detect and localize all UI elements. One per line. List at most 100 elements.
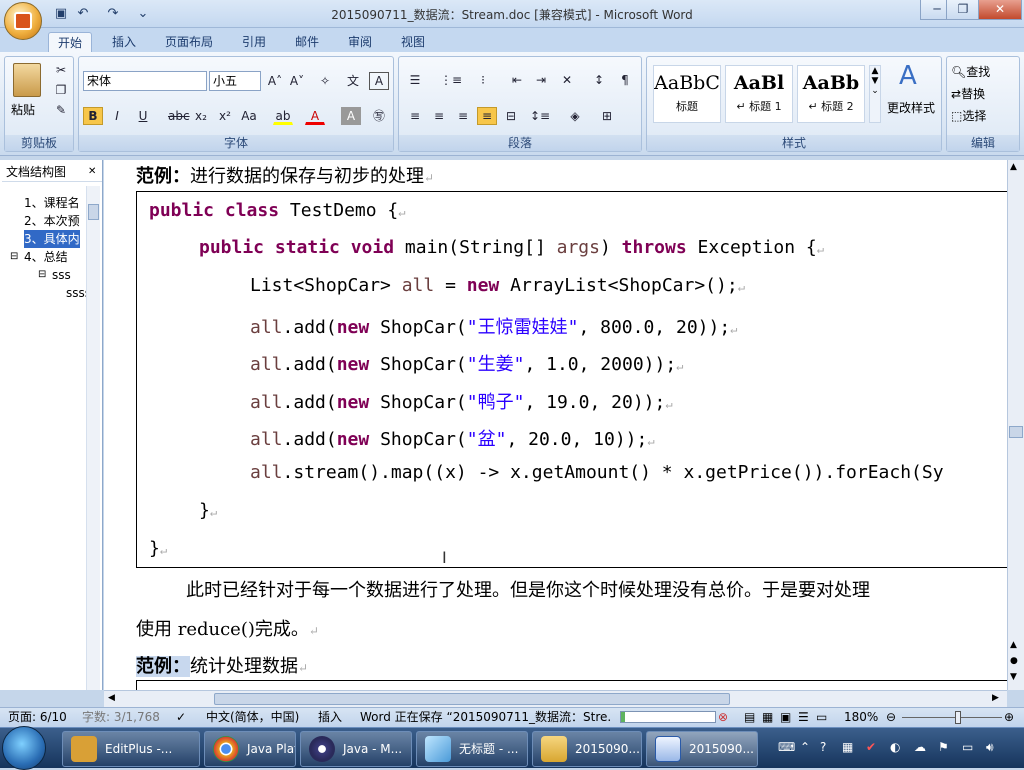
bold-icon[interactable]: B: [83, 107, 103, 125]
subscript-icon[interactable]: x₂: [191, 107, 211, 125]
save-icon[interactable]: ▣: [52, 5, 70, 23]
italic-icon[interactable]: I: [107, 107, 127, 125]
help-icon[interactable]: ?: [820, 740, 826, 754]
enclose-char-icon[interactable]: ㊢: [369, 107, 389, 125]
clear-format-icon[interactable]: ✧: [315, 72, 335, 90]
tab-view[interactable]: 视图: [392, 32, 434, 52]
copy-icon[interactable]: ❐: [51, 81, 71, 99]
char-shading-icon[interactable]: A: [341, 107, 361, 125]
font-family-select[interactable]: 宋体: [83, 71, 207, 91]
numbering-icon[interactable]: ⋮≡: [439, 71, 462, 89]
zoom-slider[interactable]: [902, 717, 1002, 718]
maximize-button[interactable]: ❐: [946, 0, 980, 20]
print-layout-icon[interactable]: ▤: [744, 708, 755, 727]
zoom-out-icon[interactable]: ⊖: [886, 708, 896, 727]
hscroll-thumb[interactable]: [214, 693, 730, 705]
taskbar-explorer[interactable]: 2015090...: [532, 731, 642, 767]
nav-close-icon[interactable]: ✕: [88, 166, 96, 177]
tab-mailings[interactable]: 邮件: [286, 32, 328, 52]
bullets-icon[interactable]: ☰: [405, 71, 425, 89]
full-screen-icon[interactable]: ▦: [762, 708, 773, 727]
nav-item[interactable]: 1、课程名: [24, 194, 80, 212]
tray-expand-icon[interactable]: ⌃: [800, 740, 810, 754]
document-page[interactable]: 范例：进行数据的保存与初步的处理↵ public class TestDemo …: [104, 160, 1007, 690]
spellcheck-icon[interactable]: ✓: [176, 708, 186, 727]
nav-scroll-thumb[interactable]: [88, 204, 99, 220]
styles-scroll[interactable]: ▲ ▼ ⌄: [869, 65, 881, 123]
tab-insert[interactable]: 插入: [103, 32, 145, 52]
sort-icon[interactable]: ↕: [589, 71, 609, 89]
tab-home[interactable]: 开始: [48, 32, 93, 52]
qat-customize-icon[interactable]: ⌄: [134, 5, 152, 23]
word-count[interactable]: 字数: 3/1,768: [82, 708, 160, 727]
web-layout-icon[interactable]: ▣: [780, 708, 791, 727]
scroll-left-icon[interactable]: ◀: [108, 693, 115, 703]
vscroll-thumb[interactable]: [1009, 426, 1023, 438]
font-color-icon[interactable]: A: [305, 107, 325, 125]
highlight-icon[interactable]: ab: [273, 107, 293, 125]
taskbar-word[interactable]: 2015090...: [646, 731, 758, 767]
paste-icon[interactable]: [13, 63, 41, 97]
network-icon[interactable]: ▦: [842, 740, 853, 754]
strikethrough-icon[interactable]: abc: [167, 107, 190, 125]
messenger-icon[interactable]: ◐: [890, 740, 900, 754]
volume-icon[interactable]: 🔊︎: [986, 740, 994, 755]
taskbar-notepad[interactable]: 无标题 - ...: [416, 731, 528, 767]
style-title[interactable]: AaBbC 标题: [653, 65, 721, 123]
zoom-in-icon[interactable]: ⊕: [1004, 708, 1014, 727]
change-styles-icon[interactable]: A: [899, 61, 917, 91]
font-size-select[interactable]: 小五: [209, 71, 261, 91]
vertical-scrollbar[interactable]: ▲ ▲ ● ▼: [1007, 160, 1024, 690]
page-indicator[interactable]: 页面: 6/10: [8, 708, 67, 727]
taskbar-editplus[interactable]: EditPlus -...: [62, 731, 200, 767]
select-button[interactable]: ⬚选择: [951, 107, 986, 124]
zoom-level[interactable]: 180%: [844, 708, 878, 727]
draft-icon[interactable]: ▭: [816, 708, 827, 727]
decrease-indent-icon[interactable]: ⇤: [507, 71, 527, 89]
line-spacing-icon[interactable]: ↕≡: [529, 107, 550, 125]
superscript-icon[interactable]: x²: [215, 107, 235, 125]
nav-item[interactable]: sss: [52, 266, 71, 284]
show-marks-icon[interactable]: ¶: [615, 71, 635, 89]
format-painter-icon[interactable]: ✎: [51, 101, 71, 119]
office-button[interactable]: [4, 2, 42, 40]
nav-item[interactable]: 2、本次预: [24, 212, 80, 230]
change-case-icon[interactable]: Aa: [239, 107, 259, 125]
redo-icon[interactable]: ↷: [104, 5, 122, 23]
align-right-icon[interactable]: ≡: [453, 107, 473, 125]
borders-icon[interactable]: ⊞: [597, 107, 617, 125]
style-heading-1[interactable]: AaBl ↵ 标题 1: [725, 65, 793, 123]
outline-icon[interactable]: ☰: [798, 708, 809, 727]
nav-scrollbar[interactable]: [86, 186, 100, 690]
collapse-icon[interactable]: ⊟: [10, 251, 18, 262]
next-page-icon[interactable]: ▼: [1010, 672, 1017, 682]
distribute-icon[interactable]: ⊟: [501, 107, 521, 125]
browse-object-icon[interactable]: ●: [1010, 656, 1018, 666]
cancel-save-icon[interactable]: ⊗: [718, 708, 728, 727]
underline-icon[interactable]: U: [133, 107, 153, 125]
scroll-right-icon[interactable]: ▶: [992, 693, 999, 703]
nav-item[interactable]: 4、总结: [24, 248, 68, 266]
nav-view-select[interactable]: 文档结构图: [2, 162, 102, 182]
scroll-up-icon[interactable]: ▲: [1010, 162, 1017, 172]
language-indicator[interactable]: 中文(简体，中国): [206, 708, 299, 727]
start-button[interactable]: [2, 726, 46, 770]
tab-references[interactable]: 引用: [233, 32, 275, 52]
taskbar-chrome[interactable]: Java Platf...: [204, 731, 296, 767]
phonetic-guide-icon[interactable]: 文: [343, 72, 363, 90]
shading-icon[interactable]: ◈: [565, 107, 585, 125]
cloud-icon[interactable]: ☁: [914, 740, 926, 754]
grow-font-icon[interactable]: A˄: [265, 72, 285, 90]
shrink-font-icon[interactable]: A˅: [287, 72, 307, 90]
zoom-slider-thumb[interactable]: [955, 711, 961, 724]
char-border-icon[interactable]: A: [369, 72, 389, 90]
replace-button[interactable]: ⇄替换: [951, 85, 985, 102]
multilevel-list-icon[interactable]: ⁝: [473, 71, 493, 89]
align-left-icon[interactable]: ≡: [405, 107, 425, 125]
display-icon[interactable]: ▭: [962, 740, 973, 754]
style-heading-2[interactable]: AaBb ↵ 标题 2: [797, 65, 865, 123]
taskbar-eclipse[interactable]: Java - M...: [300, 731, 412, 767]
nav-item[interactable]: ssss: [66, 284, 86, 302]
tab-page-layout[interactable]: 页面布局: [156, 32, 222, 52]
cut-icon[interactable]: ✂: [51, 61, 71, 79]
